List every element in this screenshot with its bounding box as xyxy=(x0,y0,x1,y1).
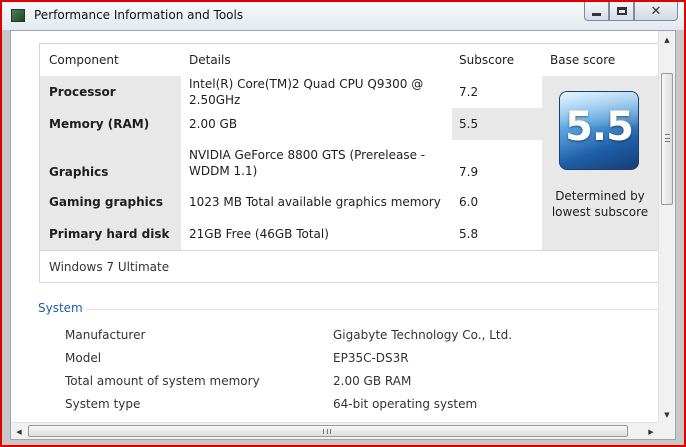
main-window: Performance Information and Tools ✕ Comp… xyxy=(0,0,686,447)
table-row: Memory (RAM) 2.00 GB 5.5 xyxy=(40,108,542,140)
base-score-value: 5.5 xyxy=(565,104,634,150)
system-section-title: System xyxy=(38,301,83,315)
vertical-scroll-thumb[interactable] xyxy=(661,73,673,205)
row-details: Intel(R) Core(TM)2 Quad CPU Q9300 @ 2.50… xyxy=(181,76,452,108)
header-component: Component xyxy=(49,53,119,67)
score-table: Component Details Subscore Base score Pr… xyxy=(39,43,659,283)
table-row: Gaming graphics 1023 MB Total available … xyxy=(40,186,542,218)
system-label: Manufacturer xyxy=(65,328,146,342)
system-label: Total amount of system memory xyxy=(65,374,260,388)
row-subscore: 5.8 xyxy=(452,218,542,250)
base-score-badge: 5.5 xyxy=(559,91,639,170)
horizontal-scrollbar[interactable]: ◀ ▶ xyxy=(11,422,659,439)
row-component: Graphics xyxy=(49,165,109,179)
app-icon xyxy=(11,9,25,22)
row-details: NVIDIA GeForce 8800 GTS (Prerelease - WD… xyxy=(181,140,452,186)
grip-icon xyxy=(665,134,670,142)
row-details: 21GB Free (46GB Total) xyxy=(181,218,452,250)
row-component: Gaming graphics xyxy=(49,195,163,209)
system-label: System type xyxy=(65,397,141,411)
maximize-button[interactable] xyxy=(609,2,634,21)
row-component: Memory (RAM) xyxy=(49,117,150,131)
vertical-scrollbar[interactable]: ▲ ▼ xyxy=(658,31,675,423)
table-row: Graphics NVIDIA GeForce 8800 GTS (Prerel… xyxy=(40,140,542,186)
row-details: 1023 MB Total available graphics memory xyxy=(181,186,452,218)
window-controls: ✕ xyxy=(584,2,678,22)
horizontal-scroll-thumb[interactable] xyxy=(28,425,628,437)
client-area: Component Details Subscore Base score Pr… xyxy=(10,30,676,440)
system-value: Gigabyte Technology Co., Ltd. xyxy=(333,328,513,342)
row-subscore: 5.5 xyxy=(452,108,542,140)
system-row: System type 64-bit operating system xyxy=(65,393,625,416)
row-subscore: 7.9 xyxy=(452,140,542,186)
system-value: 64-bit operating system xyxy=(333,397,478,411)
table-row: Primary hard disk 21GB Free (46GB Total)… xyxy=(40,218,542,250)
title-bar[interactable]: Performance Information and Tools ✕ xyxy=(2,2,684,30)
row-component: Primary hard disk xyxy=(49,227,170,241)
table-row: Processor Intel(R) Core(TM)2 Quad CPU Q9… xyxy=(40,76,542,108)
minimize-button[interactable] xyxy=(584,2,609,21)
table-header: Component Details Subscore xyxy=(40,44,542,76)
window-title: Performance Information and Tools xyxy=(34,8,244,22)
system-row: Model EP35C-DS3R xyxy=(65,347,625,370)
scrollbar-corner xyxy=(658,422,675,439)
row-subscore: 6.0 xyxy=(452,186,542,218)
scroll-up-icon[interactable]: ▲ xyxy=(659,31,675,48)
system-value: EP35C-DS3R xyxy=(333,351,409,365)
header-base-score: Base score xyxy=(550,53,616,67)
scroll-content: Component Details Subscore Base score Pr… xyxy=(11,31,659,423)
system-section-header: System xyxy=(38,296,659,316)
system-row: Manufacturer Gigabyte Technology Co., Lt… xyxy=(65,324,625,347)
header-subscore: Subscore xyxy=(459,53,515,67)
close-icon: ✕ xyxy=(650,3,662,19)
row-subscore: 7.2 xyxy=(452,76,542,108)
scroll-down-icon[interactable]: ▼ xyxy=(659,406,675,423)
scroll-left-icon[interactable]: ◀ xyxy=(11,423,27,439)
base-score-caption: Determined by lowest subscore xyxy=(551,189,649,219)
minimize-icon xyxy=(592,12,601,16)
row-component: Processor xyxy=(49,85,116,99)
windows-edition: Windows 7 Ultimate xyxy=(40,250,658,283)
row-details: 2.00 GB xyxy=(181,108,452,140)
header-details: Details xyxy=(189,53,231,67)
grip-icon xyxy=(323,429,331,434)
system-row: Total amount of system memory 2.00 GB RA… xyxy=(65,370,625,393)
base-score-panel: 5.5 Determined by lowest subscore xyxy=(542,76,658,250)
scroll-right-icon[interactable]: ▶ xyxy=(643,423,659,439)
close-button[interactable]: ✕ xyxy=(634,2,678,21)
section-divider xyxy=(86,309,659,310)
maximize-icon xyxy=(616,7,627,15)
system-label: Model xyxy=(65,351,102,365)
system-value: 2.00 GB RAM xyxy=(333,374,412,388)
